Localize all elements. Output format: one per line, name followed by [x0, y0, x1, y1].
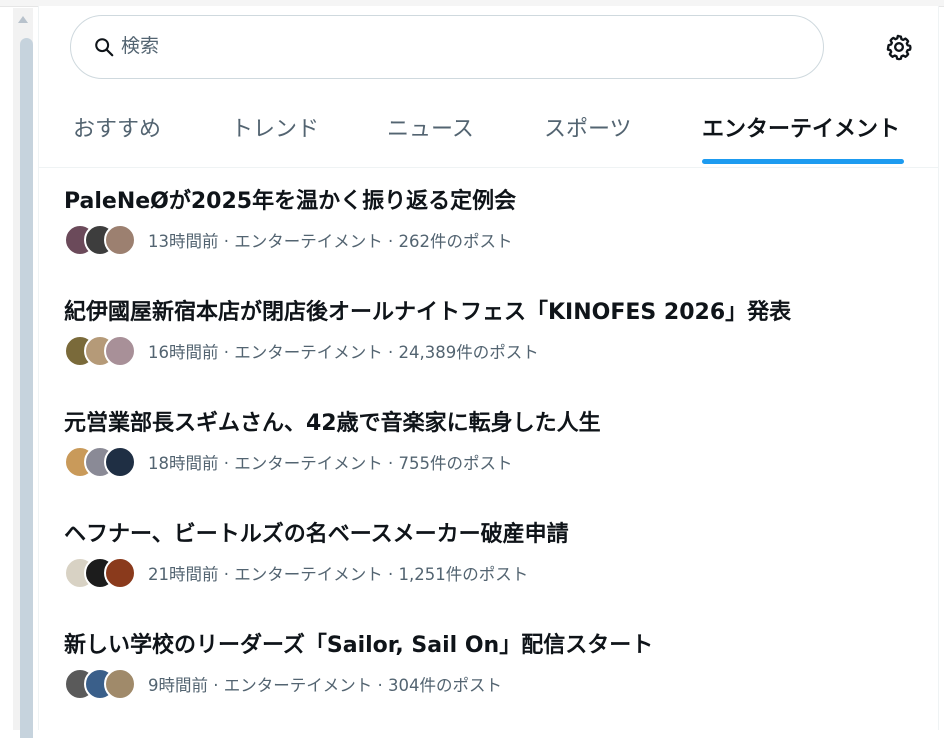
avatar-group — [64, 668, 136, 700]
category-tabs: おすすめ トレンド ニュース スポーツ エンターテイメント — [39, 91, 938, 168]
search-box[interactable] — [70, 15, 824, 79]
avatar-group — [64, 224, 136, 256]
avatar-group — [64, 446, 136, 478]
trend-meta: 13時間前 · エンターテイメント · 262件のポスト — [64, 224, 924, 256]
trend-title: 新しい学校のリーダーズ「Sailor, Sail On」配信スタート — [64, 633, 654, 658]
avatar — [104, 557, 136, 589]
avatar — [104, 668, 136, 700]
scroll-up-arrow-icon[interactable] — [18, 16, 28, 23]
trend-title: PaleNeØが2025年を温かく振り返る定例会 — [64, 189, 517, 214]
trend-meta-text: 16時間前 · エンターテイメント · 24,389件のポスト — [148, 343, 539, 362]
trend-item[interactable]: 元営業部長スギムさん、42歳で音楽家に転身した人生 18時間前 · エンターテイ… — [64, 409, 924, 478]
avatar-group — [64, 335, 136, 367]
trend-meta: 21時間前 · エンターテイメント · 1,251件のポスト — [64, 557, 924, 589]
trend-meta-text: 18時間前 · エンターテイメント · 755件のポスト — [148, 454, 513, 473]
trend-meta-text: 21時間前 · エンターテイメント · 1,251件のポスト — [148, 565, 529, 584]
trend-item[interactable]: ヘフナー、ビートルズの名ベースメーカー破産申請 21時間前 · エンターテイメン… — [64, 520, 924, 589]
search-input[interactable] — [121, 28, 801, 64]
trend-meta: 16時間前 · エンターテイメント · 24,389件のポスト — [64, 335, 924, 367]
tab-news[interactable]: ニュース — [387, 111, 474, 143]
trend-item[interactable]: PaleNeØが2025年を温かく振り返る定例会 13時間前 · エンターテイメ… — [64, 187, 924, 256]
explore-panel: おすすめ トレンド ニュース スポーツ エンターテイメント PaleNeØが20… — [38, 6, 939, 730]
trend-title: 元営業部長スギムさん、42歳で音楽家に転身した人生 — [64, 411, 601, 436]
avatar — [104, 335, 136, 367]
gear-icon[interactable] — [885, 33, 913, 61]
tab-sports[interactable]: スポーツ — [544, 111, 632, 143]
trend-meta-text: 9時間前 · エンターテイメント · 304件のポスト — [148, 676, 502, 695]
trend-title: ヘフナー、ビートルズの名ベースメーカー破産申請 — [64, 522, 569, 547]
scrollbar-thumb[interactable] — [20, 38, 33, 738]
trend-item[interactable]: 紀伊國屋新宿本店が閉店後オールナイトフェス「KINOFES 2026」発表 16… — [64, 298, 924, 367]
trend-meta-text: 13時間前 · エンターテイメント · 262件のポスト — [148, 232, 513, 251]
search-icon — [95, 38, 114, 57]
avatar — [104, 224, 136, 256]
tab-entertainment[interactable]: エンターテイメント — [702, 111, 900, 143]
avatar — [104, 446, 136, 478]
scrollbar[interactable] — [13, 8, 33, 738]
trend-title: 紀伊國屋新宿本店が閉店後オールナイトフェス「KINOFES 2026」発表 — [64, 300, 792, 325]
tab-recommended[interactable]: おすすめ — [73, 111, 161, 143]
trend-item[interactable]: 新しい学校のリーダーズ「Sailor, Sail On」配信スタート 9時間前 … — [64, 631, 924, 700]
avatar-group — [64, 557, 136, 589]
trend-meta: 9時間前 · エンターテイメント · 304件のポスト — [64, 668, 924, 700]
active-tab-indicator — [702, 159, 904, 164]
trend-meta: 18時間前 · エンターテイメント · 755件のポスト — [64, 446, 924, 478]
tab-trending[interactable]: トレンド — [231, 111, 319, 143]
